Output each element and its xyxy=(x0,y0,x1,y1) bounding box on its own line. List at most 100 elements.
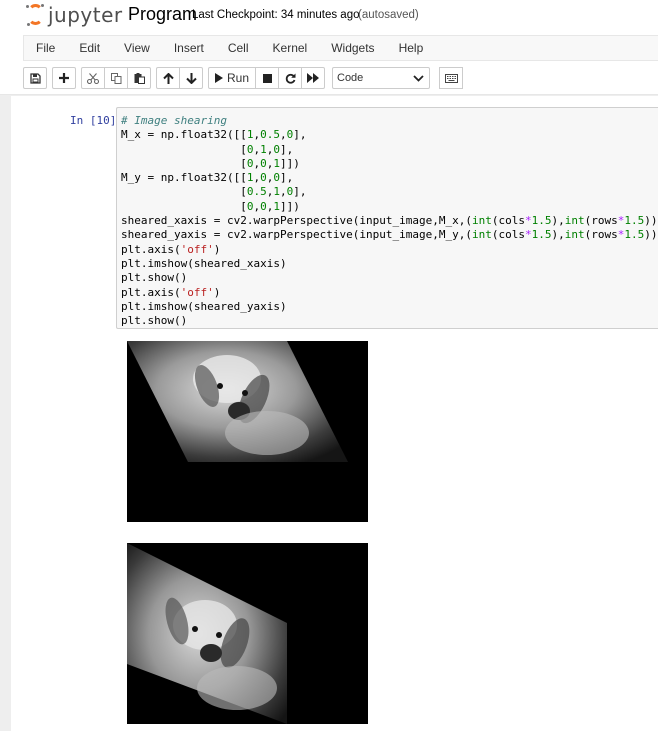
code-editor[interactable]: # Image shearing M_x = np.float32([[1,0.5… xyxy=(121,114,658,328)
code-token: 0 xyxy=(260,199,267,213)
code-token: 1 xyxy=(273,199,280,213)
menu-cell[interactable]: Cell xyxy=(216,36,261,60)
code-token: 1.5 xyxy=(624,214,645,228)
cell-type-select[interactable]: Code xyxy=(332,67,430,89)
stop-icon xyxy=(262,73,272,83)
code-token: 1 xyxy=(260,142,267,156)
code-token: ], xyxy=(293,128,307,142)
code-token: ], xyxy=(279,142,294,156)
restart-icon xyxy=(285,73,295,84)
code-token: [ xyxy=(121,142,247,156)
code-token: * xyxy=(525,214,532,228)
restart-run-all-button[interactable] xyxy=(301,67,325,89)
arrow-down-icon xyxy=(185,72,197,84)
menu-bar: File Edit View Insert Cell Kernel Widget… xyxy=(23,35,658,61)
move-down-button[interactable] xyxy=(179,67,203,89)
code-token: 'off' xyxy=(180,242,214,256)
cut-button[interactable] xyxy=(81,67,105,89)
code-token: 1.5 xyxy=(531,214,552,228)
code-token: ) xyxy=(213,285,221,299)
toolbar: Run Code xyxy=(23,66,463,90)
code-line: M_y = np.float32([[1,0,0], xyxy=(121,171,658,185)
code-token: ))) xyxy=(644,214,658,228)
code-token: int xyxy=(472,214,492,228)
code-token: ], xyxy=(293,185,307,199)
code-token: 1.5 xyxy=(624,228,645,242)
paste-button[interactable] xyxy=(127,67,151,89)
code-token: 'off' xyxy=(180,285,214,299)
code-token: ) xyxy=(213,242,221,256)
output-image-sheared-y xyxy=(127,543,368,724)
code-token: int xyxy=(564,228,585,242)
copy-button[interactable] xyxy=(104,67,128,89)
notebook-container: In [10]: # Image shearing M_x = np.float3… xyxy=(11,96,658,731)
code-token: int xyxy=(564,214,585,228)
menu-insert[interactable]: Insert xyxy=(162,36,216,60)
code-token: sheared_yaxis = cv2.warpPerspective(inpu… xyxy=(121,228,472,242)
code-line: sheared_xaxis = cv2.warpPerspective(inpu… xyxy=(121,214,658,228)
menu-file[interactable]: File xyxy=(24,36,67,60)
code-token: ), xyxy=(551,214,565,228)
code-token: (cols xyxy=(491,228,525,242)
paste-icon xyxy=(134,72,145,84)
chevron-down-icon xyxy=(413,74,424,82)
menu-edit[interactable]: Edit xyxy=(67,36,112,60)
code-token: * xyxy=(525,228,532,242)
code-line: [0.5,1,0], xyxy=(121,185,658,199)
code-token: 0 xyxy=(260,156,267,170)
code-token: sheared_xaxis = cv2.warpPerspective(inpu… xyxy=(121,214,472,228)
code-token: 1 xyxy=(273,185,280,199)
menu-help[interactable]: Help xyxy=(387,36,436,60)
code-token: plt.axis( xyxy=(121,242,181,256)
notebook-name[interactable]: Program xyxy=(128,4,197,25)
code-token: int xyxy=(472,228,492,242)
code-token: plt.show() xyxy=(121,314,188,328)
code-token: ], xyxy=(279,171,294,185)
interrupt-kernel-button[interactable] xyxy=(255,67,279,89)
code-line: [0,0,1]]) xyxy=(121,157,658,171)
code-token: , xyxy=(279,185,287,199)
code-token: [ xyxy=(121,156,247,170)
code-token: ]]) xyxy=(279,156,300,170)
menu-view[interactable]: View xyxy=(112,36,162,60)
move-up-button[interactable] xyxy=(156,67,180,89)
keyboard-icon xyxy=(444,73,458,83)
notebook-header: jupyter Program Last Checkpoint: 34 minu… xyxy=(0,0,658,95)
code-token: ), xyxy=(551,228,565,242)
code-line: sheared_yaxis = cv2.warpPerspective(inpu… xyxy=(121,228,658,242)
code-token: (rows xyxy=(584,228,618,242)
cut-icon xyxy=(87,72,99,84)
save-icon xyxy=(29,72,41,84)
insert-cell-button[interactable] xyxy=(52,67,76,89)
restart-kernel-button[interactable] xyxy=(278,67,302,89)
menu-kernel[interactable]: Kernel xyxy=(261,36,320,60)
code-token: (rows xyxy=(584,214,618,228)
code-token: , xyxy=(279,128,287,142)
sheared-y-image xyxy=(127,543,368,724)
code-token: 0 xyxy=(273,171,280,185)
code-token: 1.5 xyxy=(531,228,552,242)
code-line: plt.show() xyxy=(121,271,658,285)
code-line: plt.imshow(sheared_xaxis) xyxy=(121,257,658,271)
code-cell-input[interactable]: # Image shearing M_x = np.float32([[1,0.5… xyxy=(116,107,658,329)
code-token: plt.show() xyxy=(121,271,188,285)
run-icon xyxy=(214,73,223,83)
code-token: 0 xyxy=(260,171,267,185)
cell-type-value: Code xyxy=(337,72,364,84)
sheared-x-image xyxy=(127,341,368,522)
code-token: [ xyxy=(121,199,247,213)
autosave-status: (autosaved) xyxy=(358,9,419,21)
code-token: 0 xyxy=(273,142,280,156)
code-line: [0,1,0], xyxy=(121,143,658,157)
menu-widgets[interactable]: Widgets xyxy=(319,36,386,60)
code-line: plt.imshow(sheared_yaxis) xyxy=(121,300,658,314)
code-line: plt.show() xyxy=(121,314,658,328)
command-palette-button[interactable] xyxy=(439,67,463,89)
run-button[interactable]: Run xyxy=(208,67,256,89)
save-button[interactable] xyxy=(23,67,47,89)
output-image-sheared-x xyxy=(127,341,368,522)
jupyter-logo[interactable]: jupyter xyxy=(26,2,123,28)
code-token: ]]) xyxy=(279,199,300,213)
code-token: (cols xyxy=(491,214,525,228)
code-token: plt.axis( xyxy=(121,285,181,299)
